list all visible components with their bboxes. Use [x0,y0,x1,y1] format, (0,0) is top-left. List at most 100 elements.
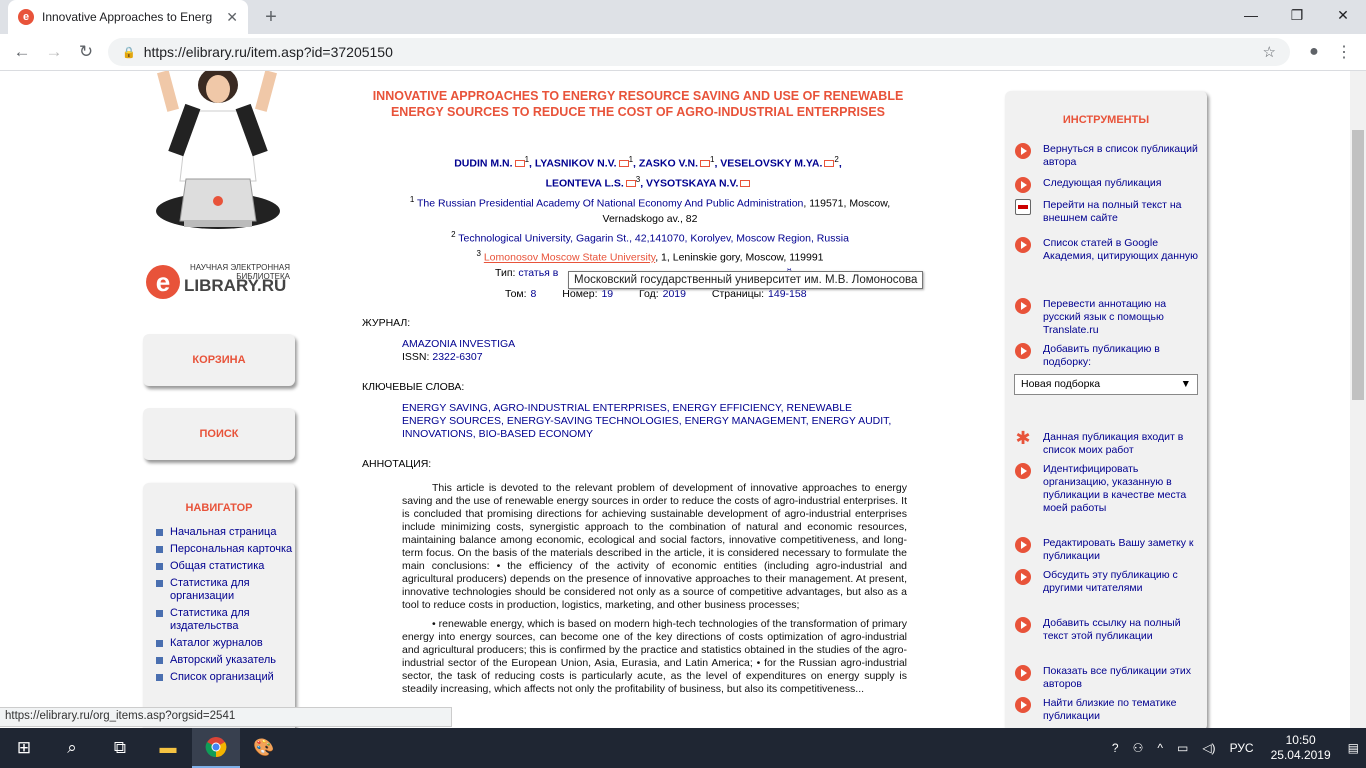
notifications-icon[interactable]: ▤ [1348,741,1359,755]
author-link[interactable]: VYSOTSKAYA N.V. [646,177,738,189]
nav-item-org-list[interactable]: Список организаций [156,671,295,684]
tool-label[interactable]: Показать все публикации этих авторов [1043,665,1205,691]
journal-link[interactable]: AMAZONIA INVESTIGA [402,338,515,350]
tool-edit-note[interactable]: Редактировать Вашу заметку к публикации [1015,537,1205,563]
affil-org-link-hovered[interactable]: Lomonosov Moscow State University [484,252,655,264]
tool-next-publication[interactable]: Следующая публикация [1015,177,1205,193]
forward-button[interactable]: → [40,38,68,66]
tool-label[interactable]: Добавить ссылку на полный текст этой пуб… [1043,617,1205,643]
back-button[interactable]: ← [8,38,36,66]
issn-value[interactable]: 2322-6307 [432,351,482,363]
email-icon[interactable] [625,179,636,187]
elibrary-e-icon: e [146,265,180,299]
nav-item-publisher-stats[interactable]: Статистика для издательства [156,607,295,633]
navigator-list: Начальная страница Персональная карточка… [143,526,295,684]
nav-link[interactable]: Персональная карточка [170,543,292,556]
number-value[interactable]: 19 [601,288,613,300]
collection-select[interactable]: Новая подборка ▼ [1014,374,1198,395]
paint-icon[interactable]: 🎨 [240,728,288,768]
bullet-icon [156,580,163,587]
reload-button[interactable]: ↻ [72,38,100,66]
email-icon[interactable] [514,160,525,168]
author-link[interactable]: LYASNIKOV N.V. [535,158,617,170]
tool-label[interactable]: Данная публикация входит в список моих р… [1043,431,1205,457]
tool-label[interactable]: Идентифицировать организацию, указанную … [1043,463,1205,515]
address-bar[interactable]: 🔒 https://elibrary.ru/item.asp?id=372051… [108,38,1290,66]
email-icon[interactable] [699,160,710,168]
tool-discuss[interactable]: Обсудить эту публикацию с другими читате… [1015,569,1205,595]
show-hidden-icons-icon[interactable]: ^ [1157,741,1163,755]
tool-translate[interactable]: Перевести аннотацию на русский язык с по… [1015,298,1205,337]
browser-menu-icon[interactable]: ⋮ [1330,38,1358,66]
nav-link[interactable]: Каталог журналов [170,637,263,650]
tool-add-to-collection[interactable]: Добавить публикацию в подборку: [1015,343,1205,369]
nav-item-general-stats[interactable]: Общая статистика [156,560,295,573]
tool-label[interactable]: Перевести аннотацию на русский язык с по… [1043,298,1205,337]
tool-label[interactable]: Добавить публикацию в подборку: [1043,343,1205,369]
new-tab-button[interactable]: + [258,4,284,30]
tool-label[interactable]: Редактировать Вашу заметку к публикации [1043,537,1205,563]
email-icon[interactable] [740,179,751,187]
close-tab-icon[interactable]: ✕ [226,9,238,26]
chrome-icon[interactable] [192,728,240,768]
nav-link[interactable]: Статистика для организации [170,577,295,603]
tool-label[interactable]: Найти близкие по тематике публикации [1043,697,1205,723]
tool-back-to-author-list[interactable]: Вернуться в список публикаций автора [1015,143,1205,169]
type-value[interactable]: статья в [518,267,558,279]
windows-start-icon[interactable]: ⊞ [0,728,48,768]
elibrary-logo[interactable]: e НАУЧНАЯ ЭЛЕКТРОННАЯ БИБЛИОТЕКА LIBRARY… [146,261,296,301]
search-button[interactable]: ПОИСК [143,408,295,460]
tool-identify-org[interactable]: Идентифицировать организацию, указанную … [1015,463,1205,515]
affil-org-link[interactable]: The Russian Presidential Academy Of Nati… [417,198,803,210]
nav-item-author-index[interactable]: Авторский указатель [156,654,295,667]
tool-label[interactable]: Обсудить эту публикацию с другими читате… [1043,569,1205,595]
restore-window-button[interactable]: ❐ [1274,0,1320,30]
tool-add-fulltext-link[interactable]: Добавить ссылку на полный текст этой пуб… [1015,617,1205,643]
email-icon[interactable] [824,160,835,168]
tool-full-text-external[interactable]: Перейти на полный текст на внешнем сайте [1015,199,1205,225]
volume-icon[interactable]: ◁) [1202,741,1215,755]
nav-item-journal-catalog[interactable]: Каталог журналов [156,637,295,650]
input-language[interactable]: РУС [1230,741,1254,755]
profile-avatar-icon[interactable]: ● [1300,38,1328,66]
author-link[interactable]: LEONTEVA L.S. [546,177,624,189]
help-icon[interactable]: ? [1112,741,1119,755]
tool-label[interactable]: Перейти на полный текст на внешнем сайте [1043,199,1205,225]
author-link[interactable]: DUDIN M.N. [454,158,512,170]
affil-org-link[interactable]: Technological University, Gagarin St., 4… [458,232,849,244]
nav-item-home[interactable]: Начальная страница [156,526,295,539]
volume-value[interactable]: 8 [531,288,537,300]
tool-label[interactable]: Список статей в Google Академия, цитирую… [1043,237,1205,263]
network-icon[interactable]: ▭ [1177,741,1188,755]
people-icon[interactable]: ⚇ [1133,741,1144,755]
search-icon[interactable]: ⌕ [48,728,96,768]
nav-link[interactable]: Начальная страница [170,526,276,539]
nav-link[interactable]: Список организаций [170,671,274,684]
tool-google-scholar[interactable]: Список статей в Google Академия, цитирую… [1015,237,1205,263]
tool-similar-publications[interactable]: Найти близкие по тематике публикации [1015,697,1205,723]
task-view-icon[interactable]: ⧉ [96,728,144,768]
keywords-list[interactable]: ENERGY SAVING, AGRO-INDUSTRIAL ENTERPRIS… [402,402,892,441]
nav-link[interactable]: Статистика для издательства [170,607,295,633]
tool-label[interactable]: Вернуться в список публикаций автора [1043,143,1205,169]
scrollbar-thumb[interactable] [1352,130,1364,400]
email-icon[interactable] [618,160,629,168]
nav-item-org-stats[interactable]: Статистика для организации [156,577,295,603]
minimize-window-button[interactable]: — [1228,0,1274,30]
browser-tab[interactable]: e Innovative Approaches to Energ ✕ [8,0,248,34]
nav-link[interactable]: Общая статистика [170,560,264,573]
author-link[interactable]: ZASKO V.N. [639,158,698,170]
close-window-button[interactable]: ✕ [1320,0,1366,30]
bookmark-star-icon[interactable]: ☆ [1263,43,1276,61]
tool-author-publications[interactable]: Показать все публикации этих авторов [1015,665,1205,691]
nav-link[interactable]: Авторский указатель [170,654,276,667]
author-link[interactable]: VESELOVSKY M.YA. [720,158,822,170]
tool-my-works[interactable]: ✱ Данная публикация входит в список моих … [1015,429,1205,457]
cart-button[interactable]: КОРЗИНА [143,334,295,386]
file-explorer-icon[interactable]: ▬ [144,728,192,768]
year-value[interactable]: 2019 [663,288,686,300]
system-tray: ? ⚇ ^ ▭ ◁) РУС 10:50 25.04.2019 ▤ [1105,728,1366,768]
nav-item-personal-card[interactable]: Персональная карточка [156,543,295,556]
tool-label[interactable]: Следующая публикация [1043,177,1161,190]
clock[interactable]: 10:50 25.04.2019 [1271,733,1331,763]
